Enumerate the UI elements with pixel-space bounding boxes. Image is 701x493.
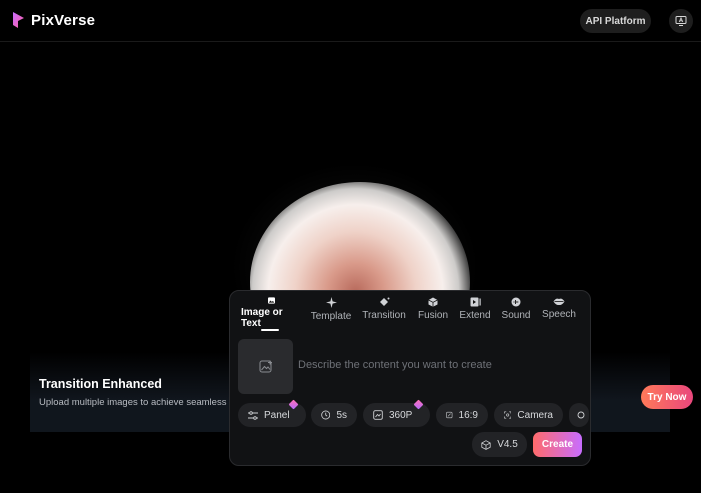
more-chip[interactable] <box>569 403 589 427</box>
camera-focus-icon <box>504 411 512 419</box>
clock-icon <box>321 410 331 420</box>
cube-icon <box>428 297 438 307</box>
premium-gem-icon <box>288 399 299 410</box>
tab-label: Speech <box>542 309 576 320</box>
lips-icon <box>553 298 565 306</box>
creation-panel: Image or Text Template Transition Fusion… <box>229 290 591 466</box>
transition-icon <box>379 297 389 306</box>
image-upload-button[interactable] <box>238 339 293 394</box>
promo-subtitle: Upload multiple images to achieve seamle… <box>39 397 227 408</box>
prompt-input[interactable]: Describe the content you want to create <box>298 359 492 371</box>
chip-label: Camera <box>517 409 553 421</box>
panel-chip[interactable]: Panel <box>238 399 306 427</box>
chip-label: 5s <box>336 409 347 421</box>
promo-title: Transition Enhanced <box>39 377 162 391</box>
tab-fusion[interactable]: Fusion <box>417 297 449 329</box>
aspect-ratio-chip[interactable]: 16:9 <box>436 403 488 427</box>
monitor-button[interactable] <box>669 9 693 33</box>
image-icon <box>267 297 275 304</box>
duration-chip[interactable]: 5s <box>311 403 357 427</box>
api-platform-button[interactable]: API Platform <box>580 9 651 33</box>
tab-template[interactable]: Template <box>310 297 352 329</box>
chip-label: 360P <box>389 409 413 421</box>
tab-label: Image or Text <box>241 307 283 329</box>
resolution-chip[interactable]: 360P <box>363 399 430 427</box>
tab-image-or-text[interactable]: Image or Text <box>241 297 301 329</box>
chip-label: 16:9 <box>458 409 478 421</box>
resolution-icon <box>373 410 383 420</box>
camera-chip[interactable]: Camera <box>494 403 563 427</box>
tab-extend[interactable]: Extend <box>459 297 491 329</box>
pixverse-logo-icon <box>13 12 24 28</box>
brand-logo[interactable]: PixVerse <box>12 11 95 29</box>
tab-label: Template <box>310 311 352 322</box>
model-version-selector[interactable]: V4.5 <box>472 432 527 457</box>
add-image-icon <box>259 360 272 372</box>
brand-name: PixVerse <box>31 11 96 29</box>
tab-label: Fusion <box>417 310 448 321</box>
tab-label: Extend <box>459 310 491 321</box>
monitor-icon <box>675 16 687 26</box>
chip-label: Panel <box>264 409 290 421</box>
aspect-icon <box>446 411 453 419</box>
tab-transition[interactable]: Transition <box>362 297 406 329</box>
active-tab-indicator <box>261 329 279 331</box>
sound-icon <box>511 297 521 307</box>
mode-tabs: Image or Text Template Transition Fusion… <box>230 291 590 331</box>
top-header: PixVerse API Platform <box>0 0 701 42</box>
premium-gem-icon <box>413 399 424 410</box>
tab-speech[interactable]: Speech <box>541 297 577 329</box>
extend-icon <box>470 297 481 307</box>
tab-label: Transition <box>362 310 406 321</box>
model-cube-icon <box>481 439 491 450</box>
create-button[interactable]: Create <box>533 432 582 457</box>
sparkle-icon <box>325 297 337 308</box>
sliders-icon <box>248 410 258 420</box>
model-version-label: V4.5 <box>497 439 518 450</box>
tab-label: Sound <box>501 310 531 321</box>
try-now-button[interactable]: Try Now <box>641 385 693 409</box>
more-icon <box>577 411 585 419</box>
tab-sound[interactable]: Sound <box>501 297 531 329</box>
